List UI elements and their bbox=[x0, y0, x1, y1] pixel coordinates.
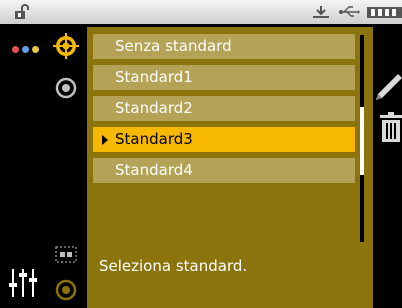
mode-strip bbox=[51, 27, 81, 308]
battery-icon bbox=[367, 7, 402, 18]
usb-icon bbox=[339, 6, 360, 17]
status-bar bbox=[0, 0, 402, 24]
trash-icon[interactable] bbox=[380, 112, 402, 142]
scrollbar[interactable] bbox=[360, 35, 364, 242]
pencil-icon[interactable] bbox=[372, 72, 402, 104]
scrollbar-thumb[interactable] bbox=[360, 107, 364, 175]
screen: Senza standard Standard1 Standard2 Stand… bbox=[0, 0, 402, 308]
usb-download-icon bbox=[313, 6, 329, 18]
target-crosshair-icon[interactable] bbox=[53, 33, 79, 59]
ring-icon[interactable] bbox=[55, 77, 77, 99]
list-item[interactable]: Standard4 bbox=[93, 158, 355, 183]
list-item[interactable]: Standard1 bbox=[93, 65, 355, 90]
list-item-label: Standard2 bbox=[115, 99, 193, 117]
list-item-label: Standard1 bbox=[115, 68, 193, 86]
hint-text: Seleziona standard. bbox=[99, 257, 248, 275]
sliders-icon[interactable] bbox=[9, 265, 37, 301]
standard-list-panel: Senza standard Standard1 Standard2 Stand… bbox=[87, 27, 373, 308]
list-item[interactable]: Standard3 bbox=[93, 127, 355, 152]
ring-ghost-icon bbox=[55, 279, 77, 301]
screen-subicon[interactable] bbox=[55, 243, 77, 265]
color-dots-icon[interactable] bbox=[12, 46, 42, 54]
list-item[interactable]: Standard2 bbox=[93, 96, 355, 121]
list-item[interactable]: Senza standard bbox=[93, 34, 355, 59]
list-item-label: Standard4 bbox=[115, 161, 193, 179]
selection-arrow-icon bbox=[102, 135, 108, 145]
list-item-label: Standard3 bbox=[115, 130, 193, 148]
lock-open-icon bbox=[15, 4, 29, 19]
list-item-label: Senza standard bbox=[115, 37, 232, 55]
